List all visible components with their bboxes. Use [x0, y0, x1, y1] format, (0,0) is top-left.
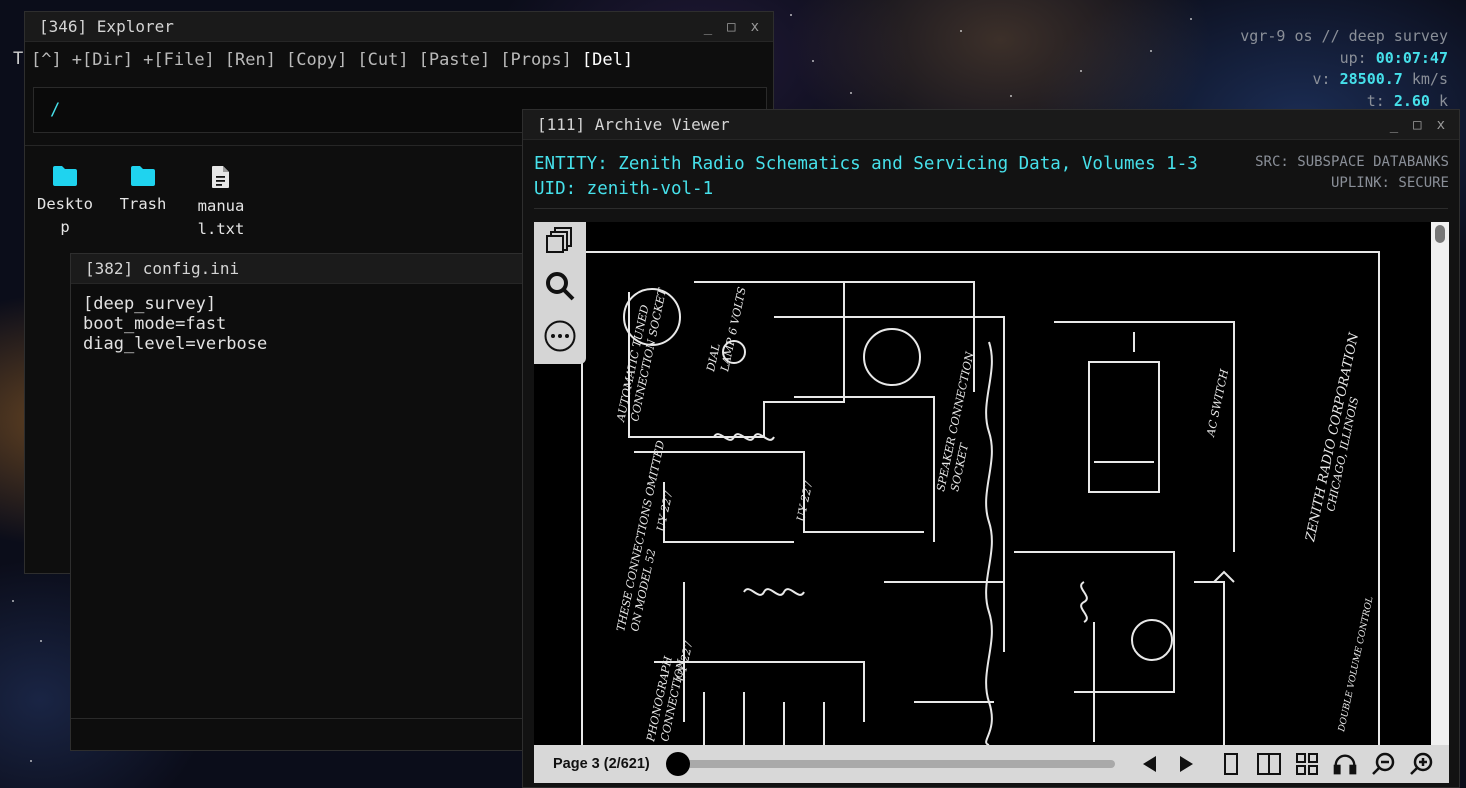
- system-hud: vgr-9 os // deep survey up: 00:07:47 v: …: [1240, 26, 1448, 112]
- velocity-row: v: 28500.7 km/s: [1312, 70, 1448, 88]
- entity-uid: UID: zenith-vol-1: [534, 179, 714, 199]
- copy-button[interactable]: [Copy]: [286, 50, 347, 70]
- up-button[interactable]: [^]: [31, 50, 62, 70]
- page-scrollbar[interactable]: [1431, 222, 1449, 745]
- page-tool-panel: [534, 222, 586, 364]
- grid-view-icon[interactable]: [1295, 752, 1319, 776]
- file-item-manual[interactable]: manua l.txt: [189, 165, 253, 241]
- copy-pages-icon[interactable]: [544, 224, 576, 256]
- rename-button[interactable]: [Ren]: [225, 50, 276, 70]
- svg-text:DOUBLE VOLUME CONTROL: DOUBLE VOLUME CONTROL: [1337, 596, 1376, 734]
- t-value: 2.60: [1393, 91, 1430, 110]
- document-page[interactable]: ZENITH RADIO CORPORATION CHICAGO, ILLINO…: [534, 222, 1449, 745]
- config-window[interactable]: [382] config.ini [deep_survey] boot_mode…: [70, 253, 540, 751]
- headphones-icon[interactable]: [1333, 752, 1357, 776]
- new-dir-button[interactable]: +[Dir]: [72, 50, 133, 70]
- svg-text:AC SWITCH: AC SWITCH: [1204, 368, 1231, 439]
- two-page-icon[interactable]: [1257, 752, 1281, 776]
- source-label: SRC: SUBSPACE DATABANKS: [1255, 154, 1449, 170]
- divider: [534, 208, 1448, 209]
- svg-text:UY 227: UY 227: [654, 490, 675, 533]
- scroll-thumb[interactable]: [1435, 225, 1445, 243]
- minimize-button[interactable]: _: [704, 19, 712, 35]
- page-indicator: Page 3 (2/621): [553, 756, 650, 772]
- delete-button[interactable]: [Del]: [582, 50, 633, 70]
- props-button[interactable]: [Props]: [500, 50, 572, 70]
- svg-text:LAMP 6 VOLTS: LAMP 6 VOLTS: [718, 285, 749, 373]
- viewer-controls: Page 3 (2/621): [534, 745, 1449, 783]
- config-editor[interactable]: [deep_survey] boot_mode=fast diag_level=…: [83, 294, 267, 354]
- window-title: [382] config.ini: [85, 259, 240, 278]
- file-icon: [212, 166, 229, 188]
- background-text: T: [13, 49, 24, 69]
- config-statusbar: [71, 718, 539, 750]
- folder-icon: [53, 166, 77, 186]
- viewer-titlebar[interactable]: [111] Archive Viewer _ □ x: [523, 110, 1459, 140]
- uptime-value: 00:07:47: [1375, 48, 1448, 67]
- folder-icon: [131, 166, 155, 186]
- velocity-value: 28500.7: [1339, 70, 1403, 88]
- page-slider-knob[interactable]: [666, 752, 691, 776]
- paste-button[interactable]: [Paste]: [419, 50, 491, 70]
- cut-button[interactable]: [Cut]: [357, 50, 408, 70]
- source-info: SRC: SUBSPACE DATABANKS UPLINK: SECURE: [1255, 152, 1449, 194]
- archive-viewer-window[interactable]: [111] Archive Viewer _ □ x ENTITY: Zenit…: [522, 109, 1460, 788]
- explorer-toolbar: [^] +[Dir] +[File] [Ren] [Copy] [Cut] [Paste] […: [31, 50, 643, 70]
- uplink-label: UPLINK: SECURE: [1330, 175, 1449, 191]
- entity-title: ENTITY: Zenith Radio Schematics and Serv…: [534, 154, 1198, 174]
- window-title: [111] Archive Viewer: [537, 115, 730, 134]
- path-text: /: [50, 100, 61, 120]
- maximize-button[interactable]: □: [727, 19, 735, 35]
- os-label: vgr-9 os // deep survey: [1240, 27, 1448, 45]
- svg-text:UY 227: UY 227: [794, 480, 815, 523]
- file-item-trash[interactable]: Trash: [111, 165, 175, 216]
- config-titlebar[interactable]: [382] config.ini: [71, 254, 539, 284]
- close-button[interactable]: x: [1437, 117, 1445, 133]
- file-item-desktop[interactable]: Deskto p: [33, 165, 97, 239]
- single-page-icon[interactable]: [1219, 752, 1243, 776]
- zoom-in-icon[interactable]: [1409, 752, 1433, 776]
- explorer-titlebar[interactable]: [346] Explorer _ □ x: [25, 12, 773, 42]
- window-title: [346] Explorer: [39, 17, 174, 36]
- close-button[interactable]: x: [751, 19, 759, 35]
- zoom-out-icon[interactable]: [1371, 752, 1395, 776]
- page-slider[interactable]: [666, 752, 1115, 776]
- more-options-icon[interactable]: [544, 320, 576, 352]
- prev-page-icon[interactable]: [1137, 752, 1161, 776]
- search-icon[interactable]: [544, 270, 576, 302]
- schematic-scan: ZENITH RADIO CORPORATION CHICAGO, ILLINO…: [581, 251, 1380, 745]
- new-file-button[interactable]: +[File]: [143, 50, 215, 70]
- entity-info: ENTITY: Zenith Radio Schematics and Serv…: [534, 152, 1198, 202]
- maximize-button[interactable]: □: [1413, 117, 1421, 133]
- next-page-icon[interactable]: [1175, 752, 1199, 776]
- minimize-button[interactable]: _: [1390, 117, 1398, 133]
- uptime-row: up: 00:07:47: [1339, 48, 1448, 67]
